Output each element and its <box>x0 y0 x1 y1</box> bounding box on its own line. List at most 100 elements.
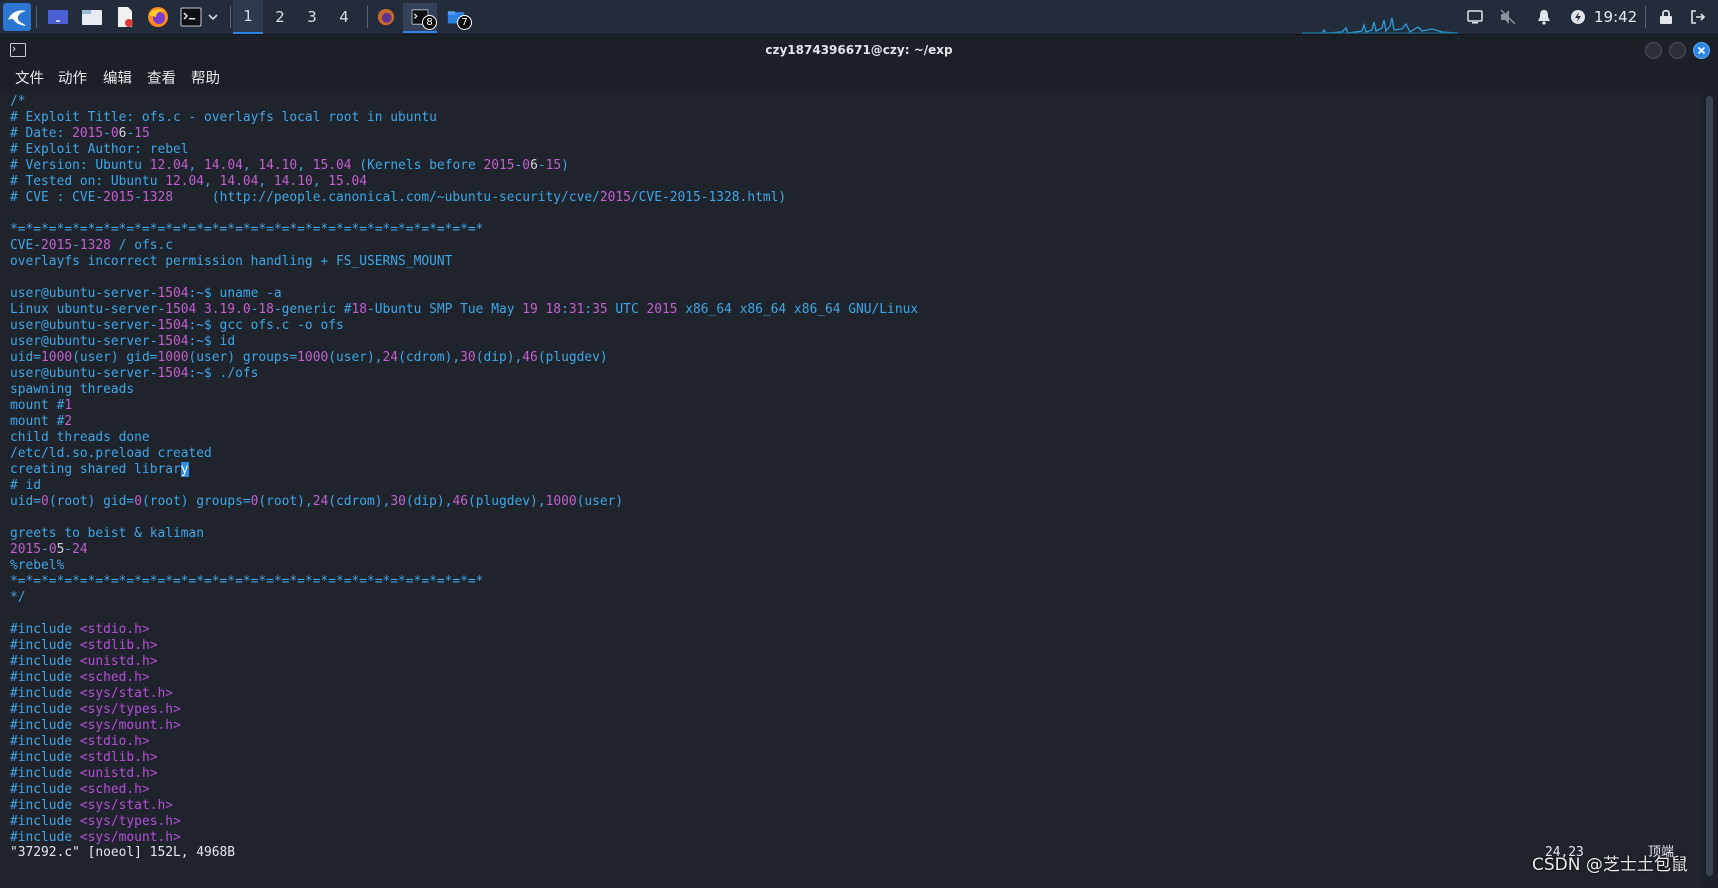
terminal-text: #include <box>10 782 80 797</box>
menu-view[interactable]: 查看 <box>147 65 176 93</box>
terminal-text: (plugdev), <box>467 494 546 509</box>
terminal-line: overlayfs incorrect permission handling … <box>10 254 452 270</box>
terminal-text: (cdrom), <box>328 494 391 509</box>
terminal-text: *=*=*=*=*=*=*=*=*=*=*=*=*=*=*=*=*=*=*=*=… <box>10 574 484 589</box>
firefox-launcher[interactable] <box>146 3 170 31</box>
terminal-text: 0 <box>522 158 531 173</box>
menu-help[interactable]: 帮助 <box>191 65 220 93</box>
terminal-text: , <box>188 158 205 173</box>
terminal-text: <unistd.h> <box>79 766 158 781</box>
terminal-text: 1328 <box>141 190 173 205</box>
workspace-2[interactable]: 2 <box>265 0 295 34</box>
show-desktop-button[interactable] <box>46 3 70 31</box>
menu-actions[interactable]: 动作 <box>58 65 87 93</box>
terminal-text: # id <box>10 478 42 493</box>
terminal-task-button[interactable]: 8 <box>403 3 437 33</box>
terminal-text: 15.04 <box>312 158 352 173</box>
workspace-1[interactable]: 1 <box>233 0 263 34</box>
terminal-text: # Exploit Author: rebel <box>10 142 189 157</box>
terminal-text: 2015 <box>103 190 135 205</box>
terminal-text: :~$ uname -a <box>188 286 282 301</box>
terminal-line: user@ubuntu-server-1504:~$ id <box>10 334 235 350</box>
terminal-line: #include <sys/types.h> <box>10 702 181 718</box>
display-tray-button[interactable] <box>1464 0 1486 34</box>
volume-tray-button[interactable] <box>1497 0 1519 34</box>
terminal-line: #include <stdlib.h> <box>10 750 157 766</box>
terminal-launcher[interactable] <box>179 3 203 31</box>
firefox-task-button[interactable] <box>374 3 398 31</box>
scrollbar-thumb[interactable] <box>1706 96 1713 876</box>
workspace-4[interactable]: 4 <box>329 0 359 34</box>
terminal-text: %rebel% <box>10 558 65 573</box>
terminal-line: greets to beist & kaliman <box>10 526 204 542</box>
notifications-tray-button[interactable] <box>1533 0 1555 34</box>
terminal-text: :~$ gcc ofs.c -o ofs <box>188 318 344 333</box>
display-icon <box>1467 10 1483 24</box>
terminal-line: creating shared library <box>10 462 189 478</box>
terminal-text: 46 <box>522 350 538 365</box>
logout-button[interactable] <box>1687 0 1709 34</box>
terminal-text: <sched.h> <box>79 670 150 685</box>
terminal-text: Linux ubuntu-server- <box>10 302 166 317</box>
terminal-line: /etc/ld.so.preload created <box>10 446 212 462</box>
terminal-icon <box>180 7 202 27</box>
terminal-text: # Version: Ubuntu <box>10 158 150 173</box>
terminal-text: (user) gid= <box>72 350 158 365</box>
menu-bar: 文件 动作 编辑 查看 帮助 <box>0 65 1718 93</box>
lock-screen-button[interactable] <box>1655 0 1677 34</box>
terminal-text: # CVE : CVE- <box>10 190 104 205</box>
clock[interactable]: 19:42 <box>1594 0 1637 34</box>
workspace-3[interactable]: 3 <box>297 0 327 34</box>
kali-menu-button[interactable] <box>3 3 31 31</box>
terminal-text: 0 <box>110 126 119 141</box>
terminal-text: user@ubuntu-server- <box>10 318 158 333</box>
terminal-text: #include <box>10 830 80 845</box>
terminal-text: (dip), <box>475 350 523 365</box>
terminal-line: /* <box>10 94 26 110</box>
terminal-line: # Version: Ubuntu 12.04, 14.04, 14.10, 1… <box>10 158 569 174</box>
files-task-count-badge: 7 <box>457 15 472 30</box>
terminal-line: #include <stdio.h> <box>10 622 150 638</box>
terminal-text: 15 <box>134 126 150 141</box>
terminal-line: mount #2 <box>10 414 72 430</box>
terminal-text: (http://people.canonical.com/~ubuntu-sec… <box>173 190 600 205</box>
terminal-text: 6 <box>530 158 538 173</box>
window-titlebar[interactable]: czy1874396671@czy: ~/exp <box>0 35 1718 65</box>
terminal-text: 24 <box>72 542 88 557</box>
desktop-icon <box>48 10 68 24</box>
terminal-text: (root) groups= <box>141 494 251 509</box>
terminal-text: - <box>134 190 142 205</box>
terminal-text: #include <box>10 734 80 749</box>
terminal-text: , <box>204 174 220 189</box>
terminal-text: uid= <box>10 350 42 365</box>
terminal-text: #include <box>10 814 80 829</box>
terminal-text: #include <box>10 766 80 781</box>
taskbar-separator <box>36 6 37 28</box>
terminal-text: /CVE-2015-1328.html) <box>630 190 787 205</box>
minimize-button[interactable] <box>1645 42 1662 59</box>
terminal-text: 12.04 <box>149 158 189 173</box>
terminal-text: 15.04 <box>328 174 368 189</box>
power-manager-tray-button[interactable] <box>1567 0 1589 34</box>
files-task-button[interactable]: 7 <box>443 3 472 31</box>
terminal-line: child threads done <box>10 430 150 446</box>
terminal-text: ) <box>561 158 569 173</box>
terminal-text: - <box>64 542 73 557</box>
bell-icon <box>1538 10 1550 25</box>
close-button[interactable] <box>1693 42 1710 59</box>
file-manager-launcher[interactable] <box>80 3 104 31</box>
terminal-text: <stdlib.h> <box>79 750 158 765</box>
terminal-text: <stdio.h> <box>79 734 150 749</box>
text-editor-launcher[interactable] <box>113 3 137 31</box>
maximize-button[interactable] <box>1669 42 1686 59</box>
terminal-text: 0 <box>41 494 49 509</box>
terminal-text: (root) gid= <box>48 494 135 509</box>
terminal-text: 2015 <box>646 302 678 317</box>
terminal-output[interactable] <box>0 93 1703 888</box>
terminal-line: #include <sched.h> <box>10 670 150 686</box>
menu-file[interactable]: 文件 <box>15 65 44 93</box>
text-cursor: y <box>180 462 189 477</box>
terminal-dropdown-button[interactable] <box>205 3 221 31</box>
terminal-line: #include <sys/mount.h> <box>10 830 181 846</box>
menu-edit[interactable]: 编辑 <box>103 65 132 93</box>
